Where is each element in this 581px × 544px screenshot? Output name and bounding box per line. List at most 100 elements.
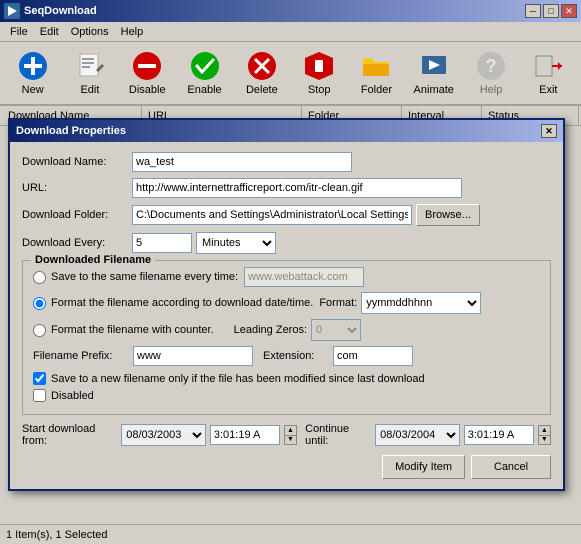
radio-same-filename[interactable] xyxy=(33,271,46,284)
url-input[interactable] xyxy=(132,178,462,198)
help-label: Help xyxy=(480,84,503,96)
extension-label: Extension: xyxy=(263,350,333,362)
format-select[interactable]: yymmddhhnn yyyymmddhhnn mmddyy xyxy=(361,292,481,314)
dialog-close-button[interactable]: ✕ xyxy=(541,124,557,138)
end-date-select[interactable]: 08/03/2004 xyxy=(375,424,460,446)
download-properties-dialog: Download Properties ✕ Download Name: URL… xyxy=(8,118,565,491)
toolbar-stop-button[interactable]: Stop xyxy=(292,46,345,100)
start-label: Start download from: xyxy=(22,423,117,447)
end-time-spinner[interactable]: ▲ ▼ xyxy=(538,425,551,445)
prefix-extension-row: Filename Prefix: Extension: xyxy=(33,346,540,366)
toolbar-animate-button[interactable]: Animate xyxy=(407,46,460,100)
menu-file[interactable]: File xyxy=(4,24,34,40)
every-input[interactable] xyxy=(132,233,192,253)
check-modified-row: Save to a new filename only if the file … xyxy=(33,372,540,385)
enable-icon xyxy=(189,50,221,82)
folder-label: Download Folder: xyxy=(22,209,132,221)
format-label: Format: xyxy=(319,297,357,309)
radio-counter-row: Format the filename with counter. Leadin… xyxy=(33,319,540,341)
animate-label: Animate xyxy=(414,84,454,96)
menu-bar: File Edit Options Help xyxy=(0,22,581,42)
menu-options[interactable]: Options xyxy=(65,24,115,40)
every-row: Download Every: Minutes Hours Days xyxy=(22,232,551,254)
dialog-title-text: Download Properties xyxy=(16,125,126,137)
cancel-button[interactable]: Cancel xyxy=(471,455,551,479)
url-row: URL: xyxy=(22,178,551,198)
radio-date-format[interactable] xyxy=(33,297,46,310)
new-icon xyxy=(17,50,49,82)
disable-icon xyxy=(131,50,163,82)
minimize-button[interactable]: ─ xyxy=(525,4,541,18)
dialog-body: Download Name: URL: Download Folder: Bro… xyxy=(10,142,563,489)
toolbar-new-button[interactable]: New xyxy=(6,46,59,100)
check-disabled[interactable] xyxy=(33,389,46,402)
disable-label: Disable xyxy=(129,84,166,96)
stop-label: Stop xyxy=(308,84,331,96)
leading-zeros-select: 0 xyxy=(311,319,361,341)
check-disabled-row: Disabled xyxy=(33,389,540,402)
status-text: 1 Item(s), 1 Selected xyxy=(6,529,108,541)
restore-button[interactable]: □ xyxy=(543,4,559,18)
close-button[interactable]: ✕ xyxy=(561,4,577,18)
extension-input[interactable] xyxy=(333,346,413,366)
folder-icon xyxy=(360,50,392,82)
toolbar-exit-button[interactable]: Exit xyxy=(522,46,575,100)
leading-zeros-label: Leading Zeros: xyxy=(234,324,307,336)
dialog-title-bar: Download Properties ✕ xyxy=(10,120,563,142)
start-time-up[interactable]: ▲ xyxy=(285,426,296,436)
new-label: New xyxy=(22,84,44,96)
window-controls: ─ □ ✕ xyxy=(525,4,577,18)
exit-icon xyxy=(532,50,564,82)
toolbar-delete-button[interactable]: Delete xyxy=(235,46,288,100)
folder-input[interactable] xyxy=(132,205,412,225)
title-bar: SeqDownload ─ □ ✕ xyxy=(0,0,581,22)
continue-label: Continue until: xyxy=(305,423,371,447)
stop-icon xyxy=(303,50,335,82)
toolbar-disable-button[interactable]: Disable xyxy=(121,46,174,100)
radio-counter[interactable] xyxy=(33,324,46,337)
every-label: Download Every: xyxy=(22,237,132,249)
prefix-label: Filename Prefix: xyxy=(33,350,133,362)
check-modified[interactable] xyxy=(33,372,46,385)
every-unit-select[interactable]: Minutes Hours Days xyxy=(196,232,276,254)
date-range-row: Start download from: 08/03/2003 ▲ ▼ Cont… xyxy=(22,423,551,447)
url-label: URL: xyxy=(22,182,132,194)
end-time-up[interactable]: ▲ xyxy=(539,426,550,436)
download-name-input[interactable] xyxy=(132,152,352,172)
help-icon: ? xyxy=(475,50,507,82)
modify-item-button[interactable]: Modify Item xyxy=(382,455,465,479)
start-time-down[interactable]: ▼ xyxy=(285,436,296,445)
toolbar-folder-button[interactable]: Folder xyxy=(350,46,403,100)
radio-date-format-row: Format the filename according to downloa… xyxy=(33,292,540,314)
edit-icon xyxy=(74,50,106,82)
radio-same-filename-row: Save to the same filename every time: xyxy=(33,267,540,287)
prefix-input[interactable] xyxy=(133,346,253,366)
start-time-spinner[interactable]: ▲ ▼ xyxy=(284,425,297,445)
delete-icon xyxy=(246,50,278,82)
exit-label: Exit xyxy=(539,84,557,96)
enable-label: Enable xyxy=(187,84,221,96)
end-time-down[interactable]: ▼ xyxy=(539,436,550,445)
start-date-select[interactable]: 08/03/2003 xyxy=(121,424,206,446)
menu-edit[interactable]: Edit xyxy=(34,24,65,40)
download-name-label: Download Name: xyxy=(22,156,132,168)
check1-label: Save to a new filename only if the file … xyxy=(51,373,425,385)
same-filename-input xyxy=(244,267,364,287)
toolbar-help-button[interactable]: ? Help xyxy=(464,46,517,100)
group-title: Downloaded Filename xyxy=(31,254,155,266)
radio3-label: Format the filename with counter. xyxy=(51,324,214,336)
svg-text:?: ? xyxy=(486,56,497,76)
browse-button[interactable]: Browse... xyxy=(416,204,480,226)
app-title: SeqDownload xyxy=(24,5,525,17)
toolbar-edit-button[interactable]: Edit xyxy=(63,46,116,100)
menu-help[interactable]: Help xyxy=(115,24,150,40)
status-bar: 1 Item(s), 1 Selected xyxy=(0,524,581,544)
end-time-input[interactable] xyxy=(464,425,534,445)
folder-row: Download Folder: Browse... xyxy=(22,204,551,226)
delete-label: Delete xyxy=(246,84,278,96)
toolbar-enable-button[interactable]: Enable xyxy=(178,46,231,100)
toolbar: New Edit Disable xyxy=(0,42,581,106)
action-buttons-row: Modify Item Cancel xyxy=(22,455,551,479)
start-time-input[interactable] xyxy=(210,425,280,445)
downloaded-filename-group: Downloaded Filename Save to the same fil… xyxy=(22,260,551,415)
